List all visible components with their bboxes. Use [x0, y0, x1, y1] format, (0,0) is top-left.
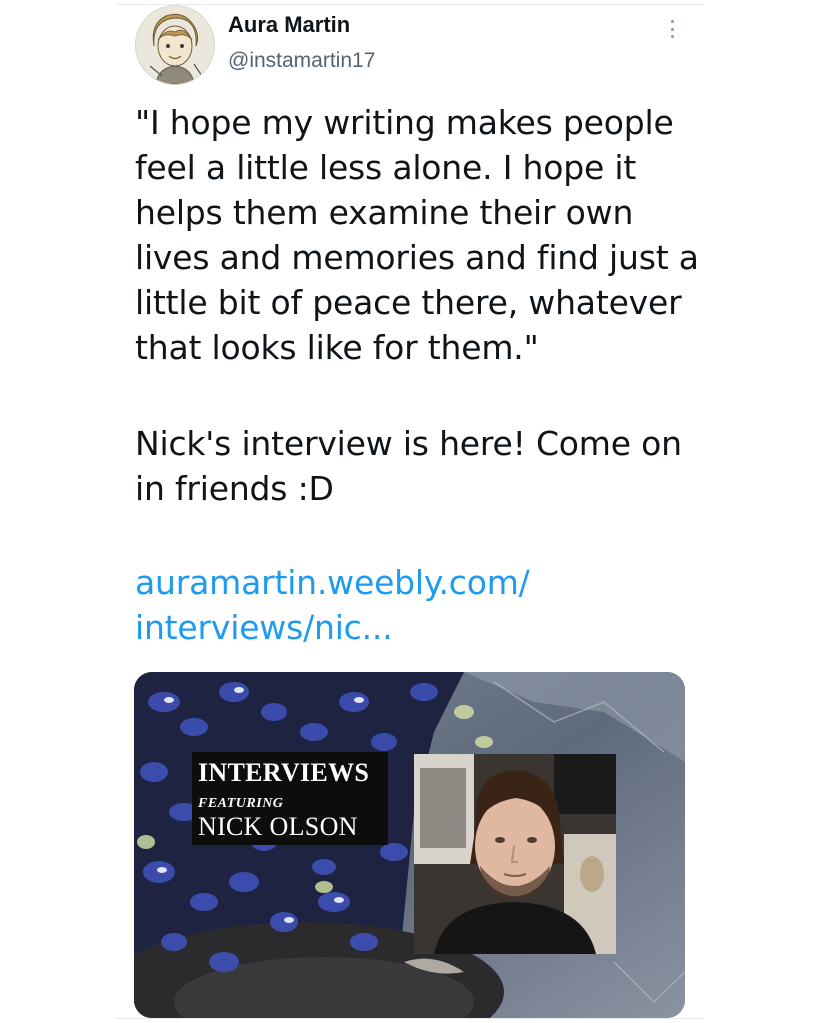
media-card[interactable]: INTERVIEWS FEATURING NICK OLSON [134, 672, 685, 1018]
author-handle[interactable]: @instamartin17 [228, 49, 375, 73]
avatar-illustration [136, 6, 214, 84]
avatar[interactable] [135, 5, 215, 85]
media-featuring-label: FEATURING [198, 796, 284, 811]
more-options-icon[interactable] [664, 18, 680, 40]
interview-link-line2[interactable]: interviews/nic... [135, 605, 715, 650]
media-title: INTERVIEWS [198, 758, 370, 787]
author-display-name[interactable]: Aura Martin [228, 12, 350, 38]
interview-link-line1[interactable]: auramartin.weebly.com/ [135, 560, 715, 605]
tweet-text-quote: "I hope my writing makes people feel a l… [135, 103, 699, 367]
tweet-text-announcement: Nick's interview is here! Come on in fri… [135, 424, 682, 508]
portrait-photo [414, 754, 616, 954]
interview-title-card: INTERVIEWS FEATURING NICK OLSON [192, 752, 388, 845]
bottom-divider [116, 1018, 704, 1019]
interview-link[interactable]: auramartin.weebly.com/ interviews/nic... [135, 560, 715, 650]
top-divider [116, 4, 704, 5]
media-featured-name: NICK OLSON [198, 812, 358, 841]
